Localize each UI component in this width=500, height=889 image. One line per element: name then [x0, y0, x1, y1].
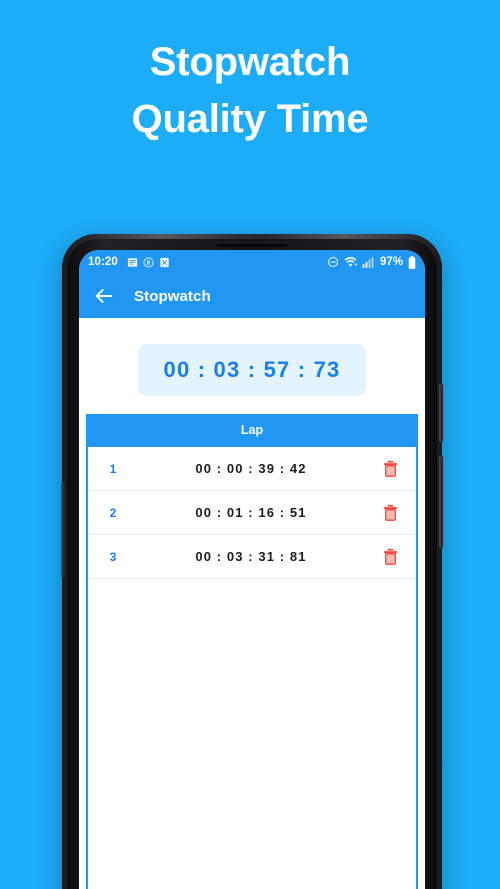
lap-time: 00 : 00 : 39 : 42 [195, 461, 307, 476]
app-notification-icon [159, 257, 170, 268]
phone-mockup: 10:20 B 97% Stopwatch 00: 03: 57: 73 … [61, 234, 443, 889]
timer-display[interactable]: 00 : 03 : 57 : 73 [137, 344, 367, 396]
trash-icon[interactable] [368, 548, 412, 565]
status-bar-system-icons: 97% [327, 255, 416, 269]
status-bar-notification-icons: B [127, 257, 170, 268]
table-row[interactable]: 2 00 : 01 : 16 : 51 [88, 491, 416, 535]
back-arrow-icon[interactable] [93, 285, 115, 307]
battery-icon [408, 255, 416, 269]
phone-earpiece-notch [216, 242, 288, 247]
do-not-disturb-icon [327, 256, 339, 268]
cellular-signal-icon [362, 256, 374, 268]
side-key-left[interactable] [61, 482, 65, 578]
lap-index: 3 [109, 549, 117, 564]
power-button[interactable] [439, 384, 443, 442]
volume-button[interactable] [439, 456, 443, 548]
status-bar-clock: 10:20 [88, 256, 118, 268]
promo-heading: Stopwatch Quality Time [0, 34, 500, 148]
app-bar: Stopwatch [79, 274, 425, 318]
trash-icon[interactable] [368, 460, 412, 477]
lap-index: 1 [109, 461, 117, 476]
svg-text:B: B [147, 260, 151, 266]
lap-table-header: Lap [88, 414, 416, 447]
lap-table: Lap 1 00 : 00 : 39 : 42 2 00 : 01 : 16 :… [86, 414, 418, 889]
wifi-icon [344, 256, 357, 268]
table-row[interactable]: 1 00 : 00 : 39 : 42 [88, 447, 416, 491]
promo-line-2: Quality Time [131, 96, 369, 141]
table-row[interactable]: 3 00 : 03 : 31 : 81 [88, 535, 416, 579]
timer-section: 00 : 03 : 57 : 73 [79, 318, 425, 414]
lap-time: 00 : 03 : 31 : 81 [195, 549, 307, 564]
lap-index: 2 [109, 505, 117, 520]
page-title: Stopwatch [134, 287, 211, 305]
phone-screen: 10:20 B 97% Stopwatch 00: 03: 57: 73 … [79, 250, 425, 889]
bixby-icon: B [143, 257, 154, 268]
promo-line-1: Stopwatch [149, 40, 351, 84]
news-icon [127, 257, 138, 268]
status-bar: 10:20 B 97% [79, 250, 425, 274]
timer-value: 00 : 03 : 57 : 73 [163, 357, 341, 382]
lap-time: 00 : 01 : 16 : 51 [195, 505, 307, 520]
battery-percent-label: 97% [379, 256, 403, 268]
trash-icon[interactable] [368, 504, 412, 521]
